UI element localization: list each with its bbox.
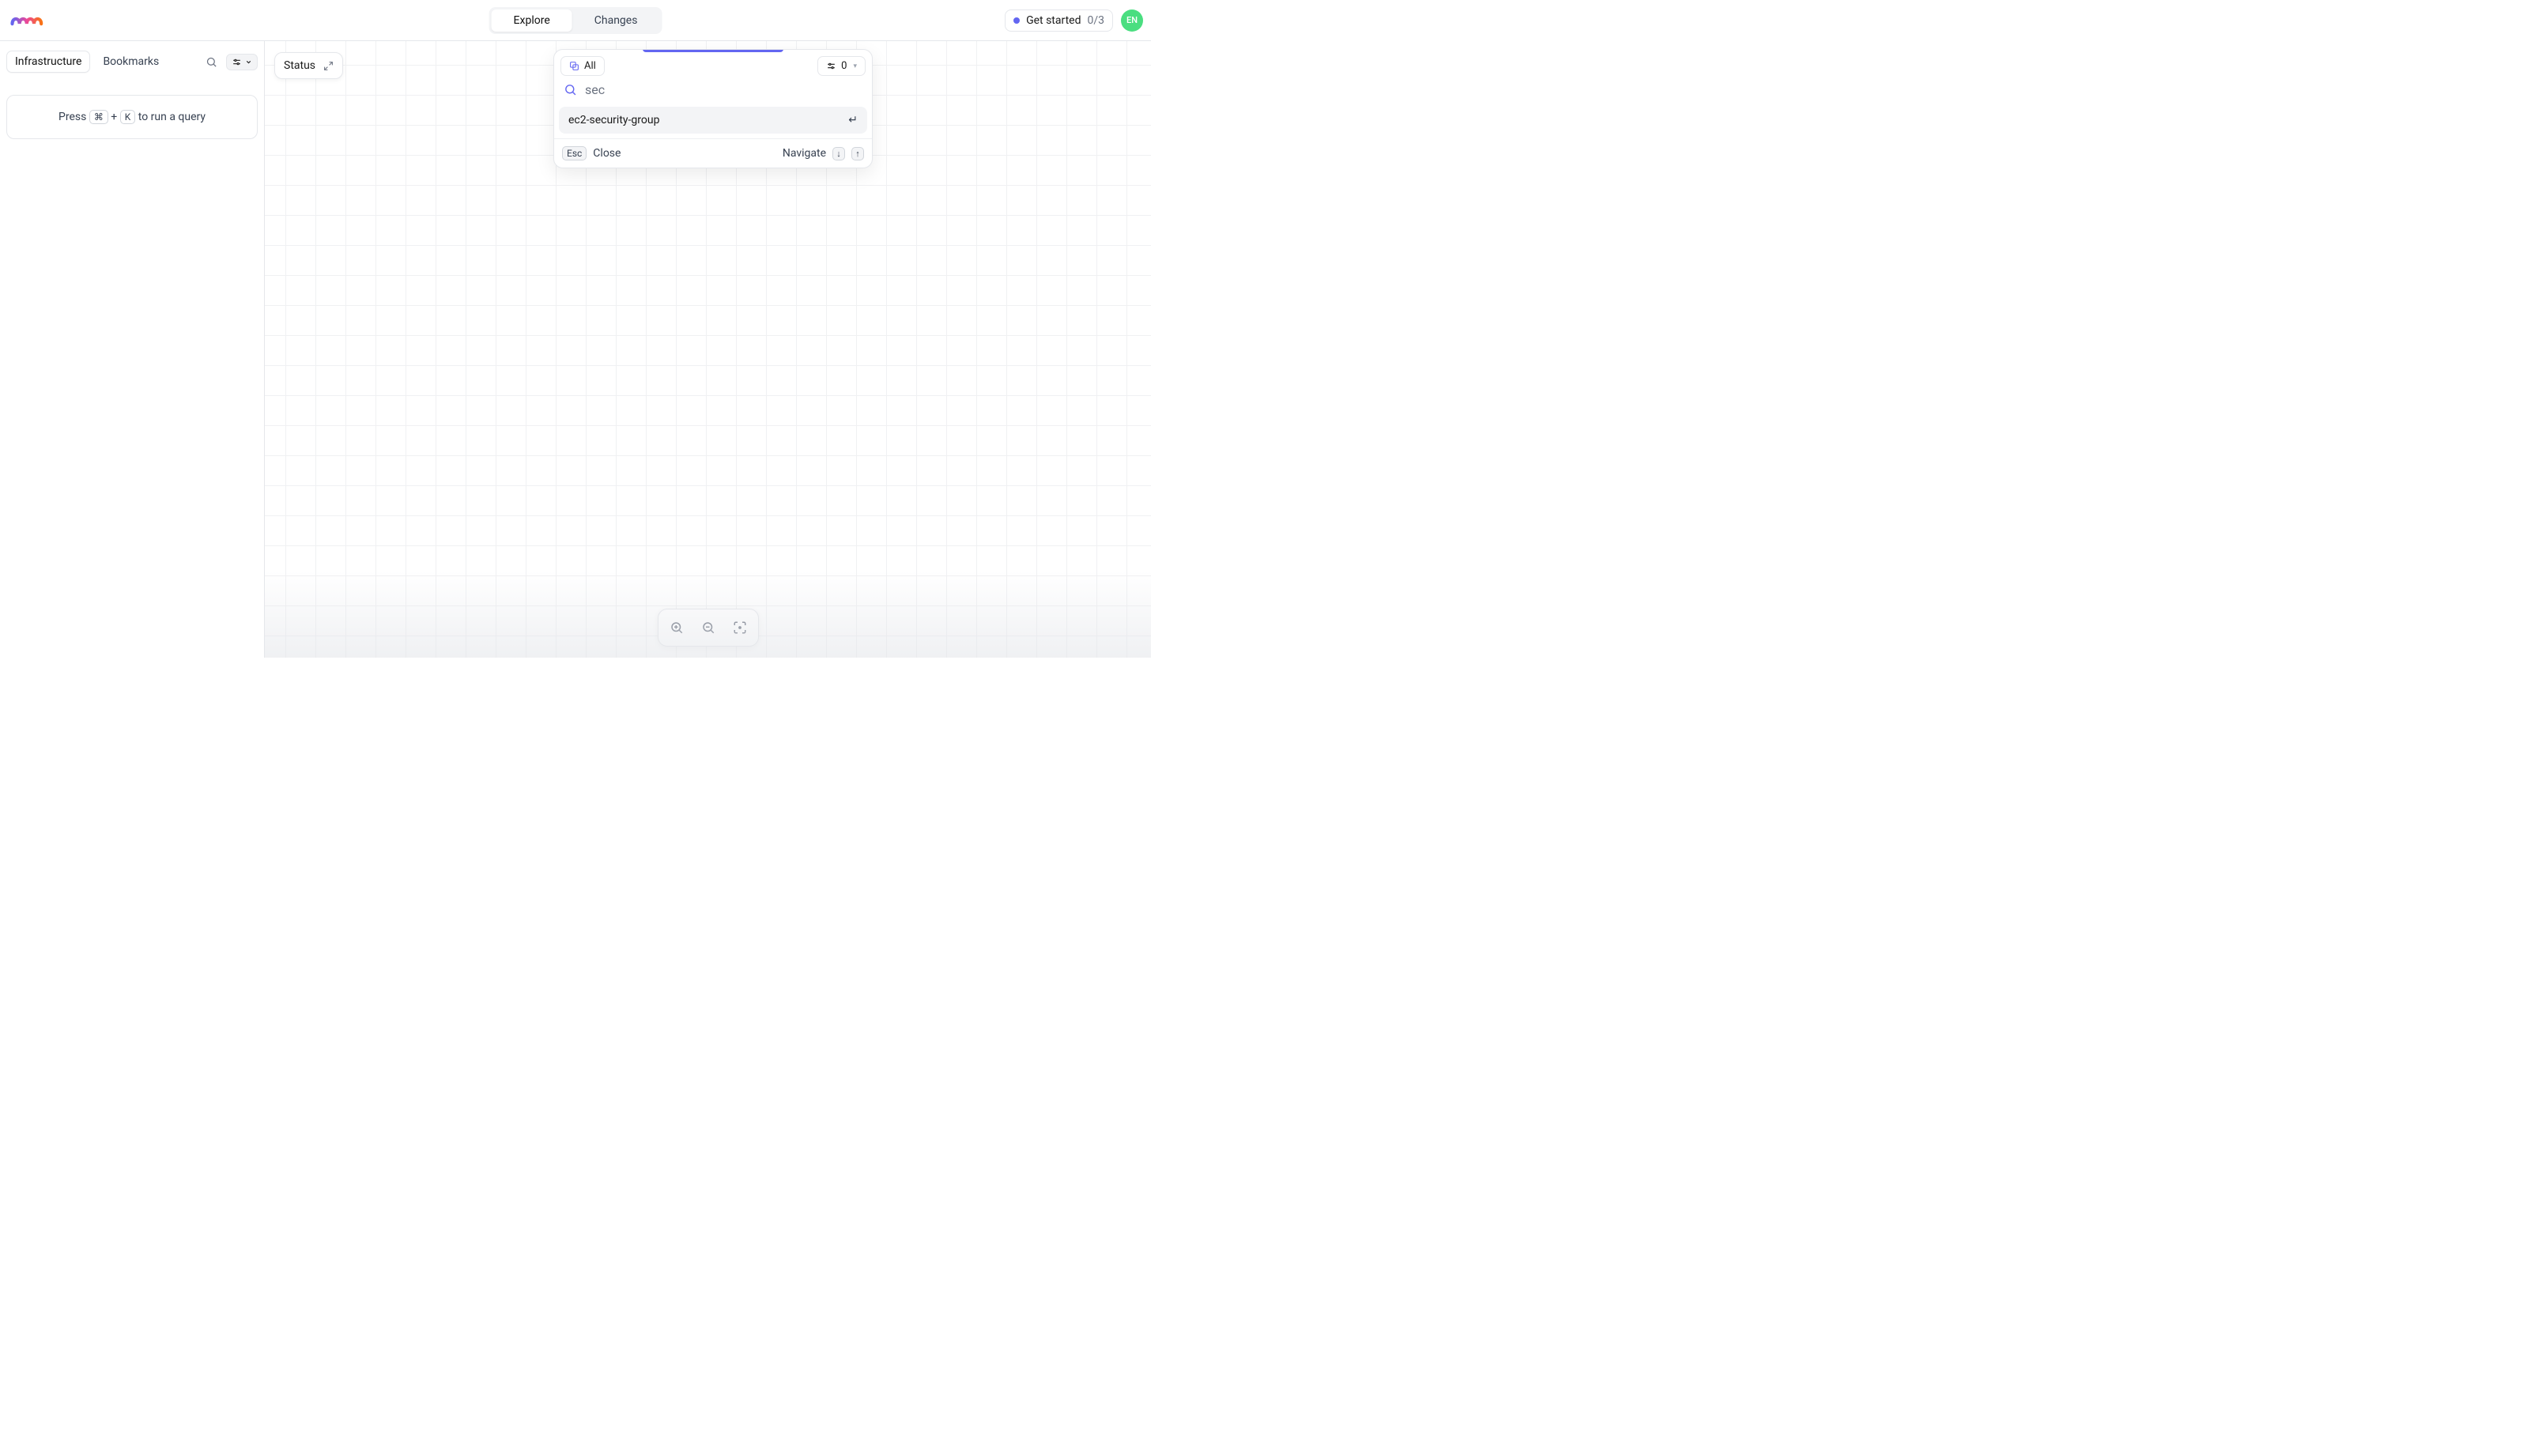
fit-view-icon xyxy=(733,620,747,635)
search-input[interactable] xyxy=(585,82,862,97)
fit-view-button[interactable] xyxy=(726,614,753,641)
get-started-button[interactable]: Get started 0/3 xyxy=(1005,9,1113,32)
sidebar-filter-button[interactable] xyxy=(226,54,258,70)
chevron-down-icon xyxy=(245,58,252,66)
layers-icon xyxy=(569,61,579,71)
status-pill[interactable]: Status xyxy=(274,52,343,79)
query-hint-suffix: to run a query xyxy=(138,111,206,123)
query-hint-prefix: Press xyxy=(58,111,86,123)
search-popover: All 0 ▾ ec2-security-group ↵ Esc Close N… xyxy=(553,49,873,168)
search-result-label: ec2-security-group xyxy=(568,114,659,126)
sliders-icon xyxy=(826,61,836,71)
zoom-out-button[interactable] xyxy=(695,614,722,641)
sidebar-tab-infrastructure[interactable]: Infrastructure xyxy=(6,51,90,73)
search-result-item[interactable]: ec2-security-group ↵ xyxy=(559,107,867,134)
top-right-group: Get started 0/3 EN xyxy=(1005,9,1143,32)
graph-canvas[interactable]: Status All 0 ▾ ec2-security-group ↵ xyxy=(265,41,1151,658)
nav-tab-changes[interactable]: Changes xyxy=(572,9,660,32)
enter-icon: ↵ xyxy=(848,114,858,126)
filter-all-label: All xyxy=(584,60,596,72)
search-popover-footer: Esc Close Navigate ↓ ↑ xyxy=(554,138,872,168)
get-started-label: Get started xyxy=(1026,14,1081,27)
query-hint: Press ⌘ + K to run a query xyxy=(6,95,258,139)
nav-switcher: Explore Changes xyxy=(489,7,662,34)
status-dot-icon xyxy=(1013,17,1020,24)
close-label: Close xyxy=(593,147,621,160)
app-logo xyxy=(8,13,52,28)
get-started-count: 0/3 xyxy=(1087,14,1104,27)
search-icon xyxy=(206,56,217,68)
chevron-down-icon: ▾ xyxy=(853,62,857,70)
zoom-out-icon xyxy=(701,620,715,635)
zoom-in-icon xyxy=(670,620,684,635)
cmd-key: ⌘ xyxy=(89,110,108,124)
filter-count-label: 0 xyxy=(841,60,847,72)
k-key: K xyxy=(120,110,136,124)
status-label: Status xyxy=(284,59,315,72)
search-icon xyxy=(564,83,577,96)
avatar[interactable]: EN xyxy=(1121,9,1143,32)
search-popover-header: All 0 ▾ xyxy=(554,50,872,76)
sidebar-search-button[interactable] xyxy=(201,51,221,72)
zoom-toolbar xyxy=(658,609,759,647)
top-bar: Explore Changes Get started 0/3 EN xyxy=(0,0,1151,41)
sidebar-tab-bookmarks[interactable]: Bookmarks xyxy=(95,51,167,72)
sliders-icon xyxy=(232,57,242,67)
esc-key: Esc xyxy=(562,146,587,160)
sidebar: Infrastructure Bookmarks Press ⌘ + K to … xyxy=(0,41,265,658)
zoom-in-button[interactable] xyxy=(663,614,690,641)
nav-tab-explore[interactable]: Explore xyxy=(492,9,572,32)
arrow-down-key: ↓ xyxy=(832,147,845,160)
expand-icon xyxy=(323,61,334,71)
arrow-up-key: ↑ xyxy=(851,147,864,160)
filter-all-chip[interactable]: All xyxy=(560,56,605,76)
accent-bar xyxy=(643,49,783,52)
navigate-label: Navigate xyxy=(783,147,826,160)
filter-count-chip[interactable]: 0 ▾ xyxy=(817,56,866,76)
sidebar-tabs: Infrastructure Bookmarks xyxy=(6,51,258,73)
plus-label: + xyxy=(111,111,117,123)
search-input-row xyxy=(554,76,872,107)
